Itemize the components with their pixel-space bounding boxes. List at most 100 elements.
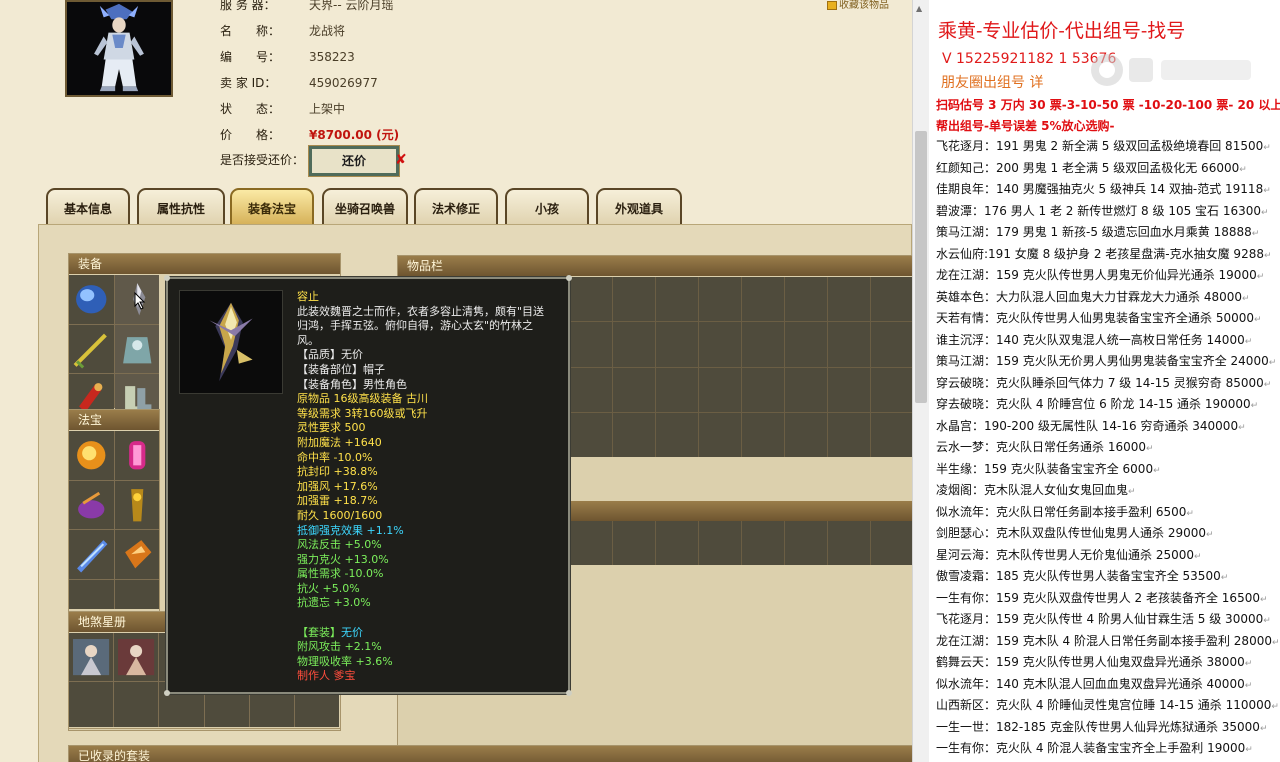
inventory-slot[interactable]	[613, 412, 655, 457]
inventory-slot[interactable]	[742, 521, 784, 565]
inventory-slot[interactable]	[613, 367, 655, 412]
list-item: 傲雪凌霜：185 克火队传世男人装备宝宝齐全 53500↵	[936, 569, 1229, 583]
return-icon: ↵	[1194, 551, 1202, 562]
favorite-link[interactable]: 收藏该物品	[827, 0, 889, 11]
inventory-slot[interactable]	[656, 412, 698, 457]
inventory-slot[interactable]	[699, 412, 741, 457]
stat-fire: 强力克火 +13.0%	[297, 552, 389, 566]
inventory-slot[interactable]	[613, 521, 655, 565]
tab-basic-info[interactable]: 基本信息	[46, 188, 130, 226]
inventory-slot[interactable]	[828, 412, 870, 457]
ad-panel: 乘黄-专业估价-代出组号-找号 V 15225921182 1 53676 朋友…	[929, 0, 1280, 762]
inventory-slot[interactable]	[656, 367, 698, 412]
inventory-slot[interactable]	[871, 367, 912, 412]
scrollbar-thumb[interactable]	[915, 131, 927, 403]
character-portrait	[65, 0, 173, 97]
treasure-slot-4[interactable]	[114, 480, 159, 529]
tab-attributes[interactable]: 属性抗性	[137, 188, 225, 226]
inventory-slot[interactable]	[613, 277, 655, 322]
field-name: 名 称： 龙战将	[220, 24, 346, 38]
inventory-slot[interactable]	[785, 412, 827, 457]
equip-slot-weapon[interactable]	[69, 324, 114, 373]
inventory-slot[interactable]	[613, 322, 655, 367]
inventory-slot[interactable]	[785, 521, 827, 565]
tab-equipment-treasure[interactable]: 装备法宝	[230, 188, 314, 226]
inventory-slot[interactable]	[570, 412, 612, 457]
list-item: 似水流年：克火队日常任务副本接手盈利 6500↵	[936, 504, 1194, 519]
inventory-slot[interactable]	[828, 521, 870, 565]
mouse-cursor-icon	[134, 291, 146, 310]
inventory-slot[interactable]	[785, 277, 827, 322]
star-book-slot-8[interactable]	[114, 682, 159, 727]
inventory-slot[interactable]	[570, 521, 612, 565]
inventory-slot[interactable]	[742, 277, 784, 322]
bargain-unavailable-icon: ✘	[395, 152, 407, 168]
bargain-button[interactable]: 还价	[308, 145, 400, 177]
inventory-slot[interactable]	[871, 322, 912, 367]
page-scrollbar[interactable]: ▲	[912, 0, 929, 762]
equip-slot-helmet[interactable]	[69, 275, 114, 324]
stat-durability: 耐久 1600/1600	[297, 508, 383, 522]
inventory-slot[interactable]	[699, 322, 741, 367]
item-desc: 此装效魏晋之士而作，衣者多容止清隽，颇有"目送	[297, 304, 545, 318]
return-icon: ↵	[1271, 702, 1279, 712]
return-icon: ↵	[1263, 143, 1271, 153]
inventory-slot[interactable]	[871, 521, 912, 565]
treasure-slot-2[interactable]	[114, 431, 159, 480]
equip-slot-armor[interactable]	[114, 324, 159, 373]
stat-wind: 加强风 +17.6%	[297, 479, 378, 493]
tooltip-corner	[566, 690, 572, 696]
item-spirit-req: 灵性要求 500	[297, 421, 366, 435]
treasure-slot-3[interactable]	[69, 480, 114, 529]
tab-mount-summon[interactable]: 坐骑召唤兽	[322, 188, 408, 226]
treasure-slot-6[interactable]	[114, 530, 159, 579]
inventory-slot[interactable]	[785, 367, 827, 412]
star-book-slot-7[interactable]	[69, 682, 114, 727]
list-item: 谁主沉浮：140 克火队双鬼混人统一高枚日常任务 14000↵	[936, 332, 1253, 347]
treasure-slot-1[interactable]	[69, 431, 114, 480]
list-item: 云水一梦：克火队日常任务通杀 16000↵	[936, 440, 1154, 454]
treasure-slot-7[interactable]	[69, 579, 114, 609]
inventory-slot[interactable]	[828, 367, 870, 412]
inventory-slot[interactable]	[871, 412, 912, 457]
star-book-slot-2[interactable]	[114, 633, 159, 682]
tab-appearance[interactable]: 外观道具	[596, 188, 682, 226]
return-icon: ↵	[1251, 229, 1260, 239]
inventory-slot[interactable]	[570, 367, 612, 412]
treasure-slot-8[interactable]	[114, 579, 159, 609]
return-icon: ↵	[1254, 315, 1262, 325]
inventory-slot[interactable]	[699, 367, 741, 412]
tooltip-corner	[566, 275, 572, 281]
inventory-slot[interactable]	[828, 322, 870, 367]
inventory-slot[interactable]	[656, 521, 698, 565]
return-icon: ↵	[1271, 637, 1280, 648]
list-item: 水晶宫：190-200 级无属性队 14-16 穷奇通杀 340000↵	[936, 418, 1246, 433]
inventory-slot[interactable]	[570, 277, 612, 322]
treasure-slot-5[interactable]	[69, 530, 114, 579]
product-info: 服 务 器： 天界-- 云阶月瑶 名 称： 龙战将 编 号： 358223 卖 …	[220, 0, 700, 148]
scroll-up-icon[interactable]: ▲	[916, 4, 922, 13]
inventory-slot[interactable]	[656, 277, 698, 322]
list-item: 穿去破晓：克火队 4 阶睡宫位 6 阶龙 14-15 通杀 190000↵	[936, 397, 1259, 411]
inventory-slot[interactable]	[699, 277, 741, 322]
tooltip-corner	[164, 690, 170, 696]
inventory-slot[interactable]	[871, 277, 912, 322]
inventory-slot[interactable]	[699, 521, 741, 565]
inventory-slot[interactable]	[656, 322, 698, 367]
inventory-slot[interactable]	[742, 322, 784, 367]
inventory-slot[interactable]	[742, 412, 784, 457]
item-role: 【装备角色】男性角色	[297, 377, 407, 391]
item-level-req: 等级需求 3转160级或飞升	[297, 406, 428, 420]
inventory-slot[interactable]	[742, 367, 784, 412]
inventory-slot[interactable]	[570, 322, 612, 367]
tab-spell-correction[interactable]: 法术修正	[414, 188, 498, 226]
stat-thunder: 加强雷 +18.7%	[297, 494, 378, 508]
return-icon: ↵	[1244, 680, 1253, 691]
inventory-slot[interactable]	[785, 322, 827, 367]
tab-child[interactable]: 小孩	[505, 188, 589, 226]
star-book-slot-1[interactable]	[69, 633, 114, 682]
return-icon: ↵	[1259, 723, 1268, 734]
inventory-slot[interactable]	[828, 277, 870, 322]
list-item: 山西新区：克火队 4 阶睡仙灵性鬼宫位睡 14-15 通杀 110000↵	[936, 698, 1279, 712]
